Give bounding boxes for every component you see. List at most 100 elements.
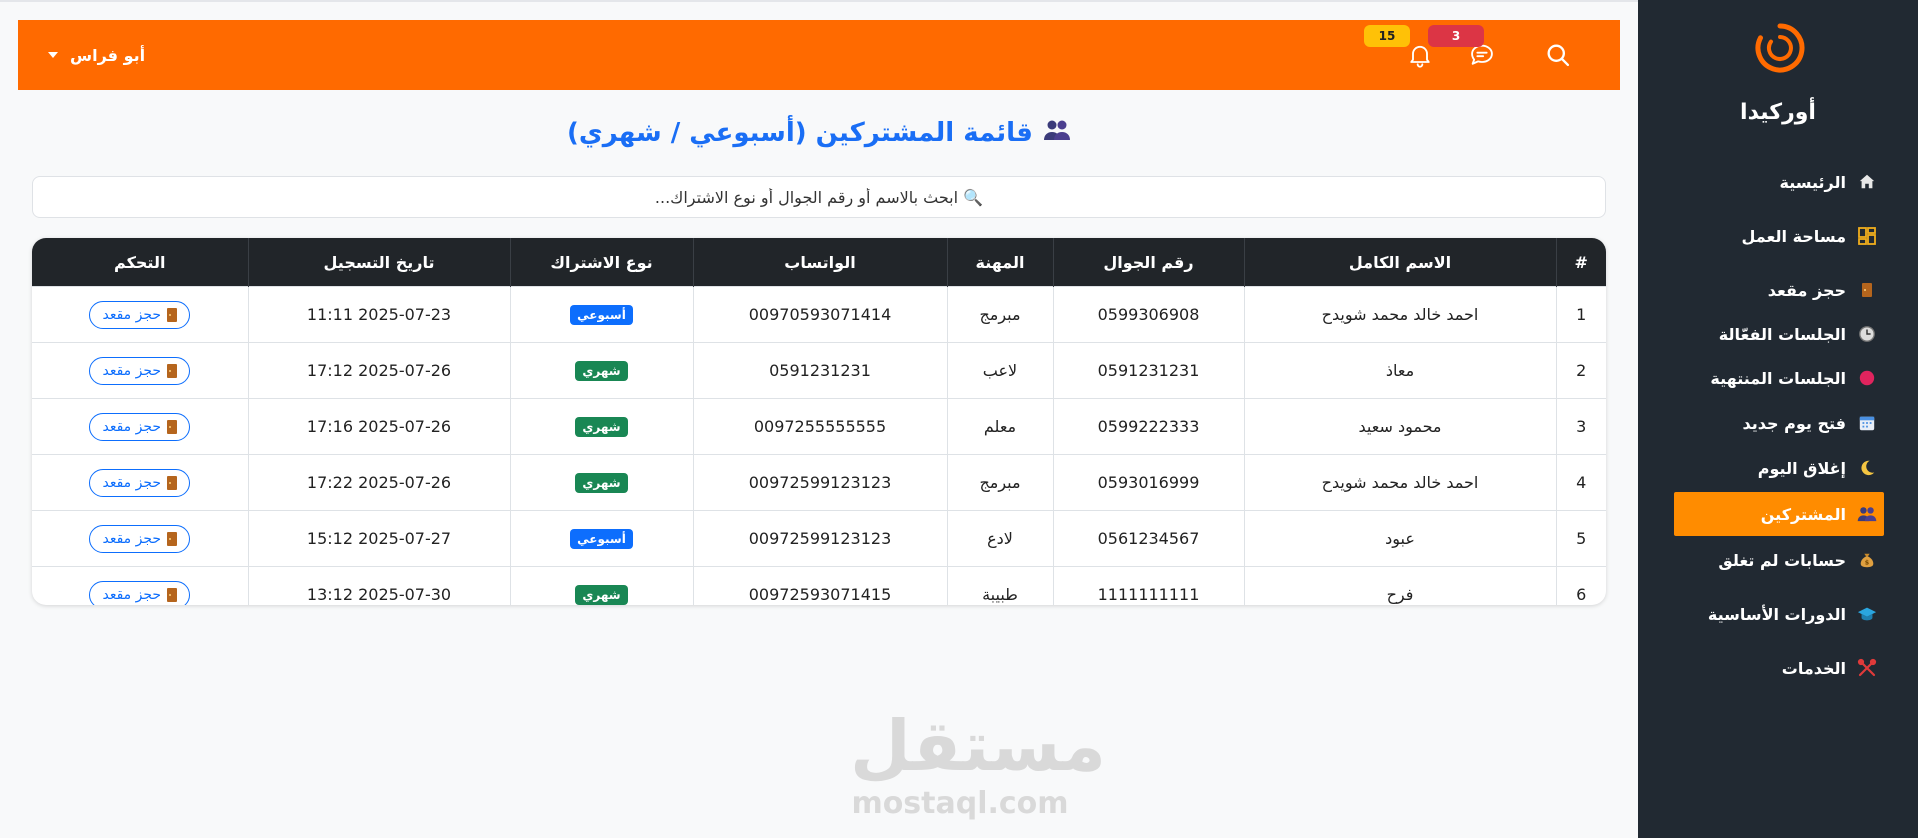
whatsapp-cell: 0097255555555 bbox=[692, 398, 947, 455]
whatsapp-cell: 00970593071414 bbox=[692, 286, 947, 343]
user-name: أبو فراس bbox=[70, 45, 146, 65]
job-cell: طبيبة bbox=[946, 566, 1053, 605]
subscription-type-cell: شهري bbox=[509, 566, 693, 605]
sidebar-item-label: الرئيسية bbox=[1779, 172, 1847, 192]
sidebar-item-label: الجلسات الفعّالة bbox=[1718, 324, 1846, 344]
sidebar-item-label: مساحة العمل bbox=[1741, 226, 1846, 246]
svg-text:$: $ bbox=[1865, 560, 1869, 567]
column-header: الاسم الكامل bbox=[1243, 238, 1556, 287]
clock-icon bbox=[1856, 323, 1878, 345]
door-icon bbox=[1856, 279, 1878, 301]
door-icon bbox=[167, 531, 178, 546]
top-border bbox=[0, 0, 1638, 2]
sidebar-item-label: فتح يوم جديد bbox=[1742, 413, 1846, 433]
sidebar-item-home[interactable]: الرئيسية bbox=[1780, 162, 1879, 202]
name-cell: معاذ bbox=[1243, 342, 1556, 399]
book-seat-button[interactable]: حجز مقعد bbox=[89, 468, 191, 497]
column-header: رقم الجوال bbox=[1052, 238, 1244, 287]
book-seat-label: حجز مقعد bbox=[102, 530, 162, 547]
table-row: 4 احمد خالد محمد شويدح 0593016999 مبرمج 0097… bbox=[32, 454, 1606, 511]
table-header-row: # الاسم الكامل رقم الجوال المهنة الواتسا… bbox=[32, 238, 1606, 287]
messages-badge: 3 bbox=[1428, 25, 1484, 47]
page-title-text: قائمة المشتركين (أسبوعي / شهري) bbox=[567, 118, 1033, 148]
subscription-type-cell: أسبوعي bbox=[509, 286, 693, 343]
column-header: التحكم bbox=[32, 238, 248, 287]
action-cell: حجز مقعد bbox=[32, 566, 248, 605]
user-menu[interactable]: أبو فراس bbox=[48, 20, 145, 90]
subscription-type-badge: أسبوعي bbox=[570, 305, 633, 325]
subscribers-table: # الاسم الكامل رقم الجوال المهنة الواتسا… bbox=[32, 238, 1606, 605]
book-seat-button[interactable]: حجز مقعد bbox=[89, 356, 191, 385]
whatsapp-cell: 0591231231 bbox=[692, 342, 947, 399]
brand-name: أوركيدا bbox=[1740, 100, 1816, 125]
moon-icon bbox=[1856, 457, 1878, 479]
action-cell: حجز مقعد bbox=[32, 398, 248, 455]
sidebar-item-unclosed-accounts[interactable]: $ حسابات لم تغلق bbox=[1718, 540, 1878, 580]
watermark-logo: مستقل bbox=[850, 705, 1107, 787]
num-cell: 2 bbox=[1555, 342, 1606, 399]
phone-cell: 0561234567 bbox=[1052, 510, 1244, 567]
door-icon bbox=[167, 307, 178, 322]
money-bag-icon: $ bbox=[1856, 549, 1878, 571]
column-header: الواتساب bbox=[692, 238, 947, 287]
subscription-type-badge: شهري bbox=[575, 585, 628, 605]
name-cell: احمد خالد محمد شويدح bbox=[1243, 454, 1556, 511]
search-input[interactable] bbox=[32, 176, 1606, 218]
num-cell: 3 bbox=[1555, 398, 1606, 455]
phone-cell: 0593016999 bbox=[1052, 454, 1244, 511]
sidebar-item-services[interactable]: الخدمات bbox=[1782, 648, 1878, 688]
subscription-type-cell: شهري bbox=[509, 342, 693, 399]
home-icon bbox=[1856, 171, 1878, 193]
sidebar-item-workspace[interactable]: مساحة العمل bbox=[1741, 216, 1878, 256]
book-seat-button[interactable]: حجز مقعد bbox=[89, 524, 191, 553]
sidebar-item-basic-courses[interactable]: الدورات الأساسية bbox=[1708, 594, 1878, 634]
whatsapp-cell: 00972593071415 bbox=[692, 566, 947, 605]
job-cell: مبرمج bbox=[946, 286, 1053, 343]
date-cell: 2025-07-26 17:22 bbox=[247, 454, 510, 511]
red-circle-icon bbox=[1856, 367, 1878, 389]
sidebar-item-subscribers[interactable]: المشتركين bbox=[1674, 492, 1884, 536]
book-seat-button[interactable]: حجز مقعد bbox=[89, 300, 191, 329]
subscription-type-badge: شهري bbox=[575, 417, 628, 437]
sidebar-item-label: الدورات الأساسية bbox=[1707, 604, 1846, 624]
date-cell: 2025-07-27 15:12 bbox=[247, 510, 510, 567]
sidebar-item-close-day[interactable]: إغلاق اليوم bbox=[1758, 448, 1878, 488]
sidebar-item-book-seat[interactable]: حجز مقعد bbox=[1768, 270, 1878, 310]
name-cell: عبود bbox=[1243, 510, 1556, 567]
subscription-type-cell: أسبوعي bbox=[509, 510, 693, 567]
date-cell: 2025-07-26 17:12 bbox=[247, 342, 510, 399]
phone-cell: 0599306908 bbox=[1052, 286, 1244, 343]
book-seat-label: حجز مقعد bbox=[102, 362, 162, 379]
subscription-type-cell: شهري bbox=[509, 398, 693, 455]
book-seat-button[interactable]: حجز مقعد bbox=[89, 580, 191, 605]
column-header: # bbox=[1555, 238, 1606, 287]
sidebar-item-ended-sessions[interactable]: الجلسات المنتهية bbox=[1710, 358, 1878, 398]
subscription-type-badge: شهري bbox=[575, 361, 628, 381]
sidebar-item-label: الخدمات bbox=[1781, 658, 1846, 678]
notification-badge: 15 bbox=[1364, 25, 1410, 47]
phone-cell: 0591231231 bbox=[1052, 342, 1244, 399]
messages-icon[interactable]: 3 bbox=[1428, 25, 1496, 69]
table-row: 2 معاذ 0591231231 لاعب 0591231231 شهري 2025-07… bbox=[32, 342, 1606, 399]
book-seat-label: حجز مقعد bbox=[102, 306, 162, 323]
subscription-type-cell: شهري bbox=[509, 454, 693, 511]
whatsapp-cell: 00972599123123 bbox=[692, 510, 947, 567]
job-cell: لادع bbox=[946, 510, 1053, 567]
column-header: نوع الاشتراك bbox=[509, 238, 693, 287]
book-seat-button[interactable]: حجز مقعد bbox=[89, 412, 191, 441]
sidebar-item-open-new-day[interactable]: فتح يوم جديد bbox=[1743, 403, 1878, 443]
action-cell: حجز مقعد bbox=[32, 510, 248, 567]
table-row: 5 عبود 0561234567 لادع 00972599123123 أسبوعي 2… bbox=[32, 510, 1606, 567]
subscription-type-badge: أسبوعي bbox=[570, 529, 633, 549]
search-icon[interactable] bbox=[1544, 41, 1572, 69]
action-cell: حجز مقعد bbox=[32, 342, 248, 399]
column-header: تاريخ التسجيل bbox=[247, 238, 510, 287]
top-header: أبو فراس 15 3 bbox=[18, 20, 1620, 90]
door-icon bbox=[167, 419, 178, 434]
sidebar-item-active-sessions[interactable]: الجلسات الفعّالة bbox=[1719, 314, 1878, 354]
brand-logo bbox=[1754, 22, 1806, 74]
sidebar: أوركيدا الرئيسية مساحة العمل حجز مقعد ال… bbox=[1638, 0, 1918, 838]
num-cell: 1 bbox=[1555, 286, 1606, 343]
book-seat-label: حجز مقعد bbox=[102, 474, 162, 491]
date-cell: 2025-07-23 11:11 bbox=[247, 286, 510, 343]
